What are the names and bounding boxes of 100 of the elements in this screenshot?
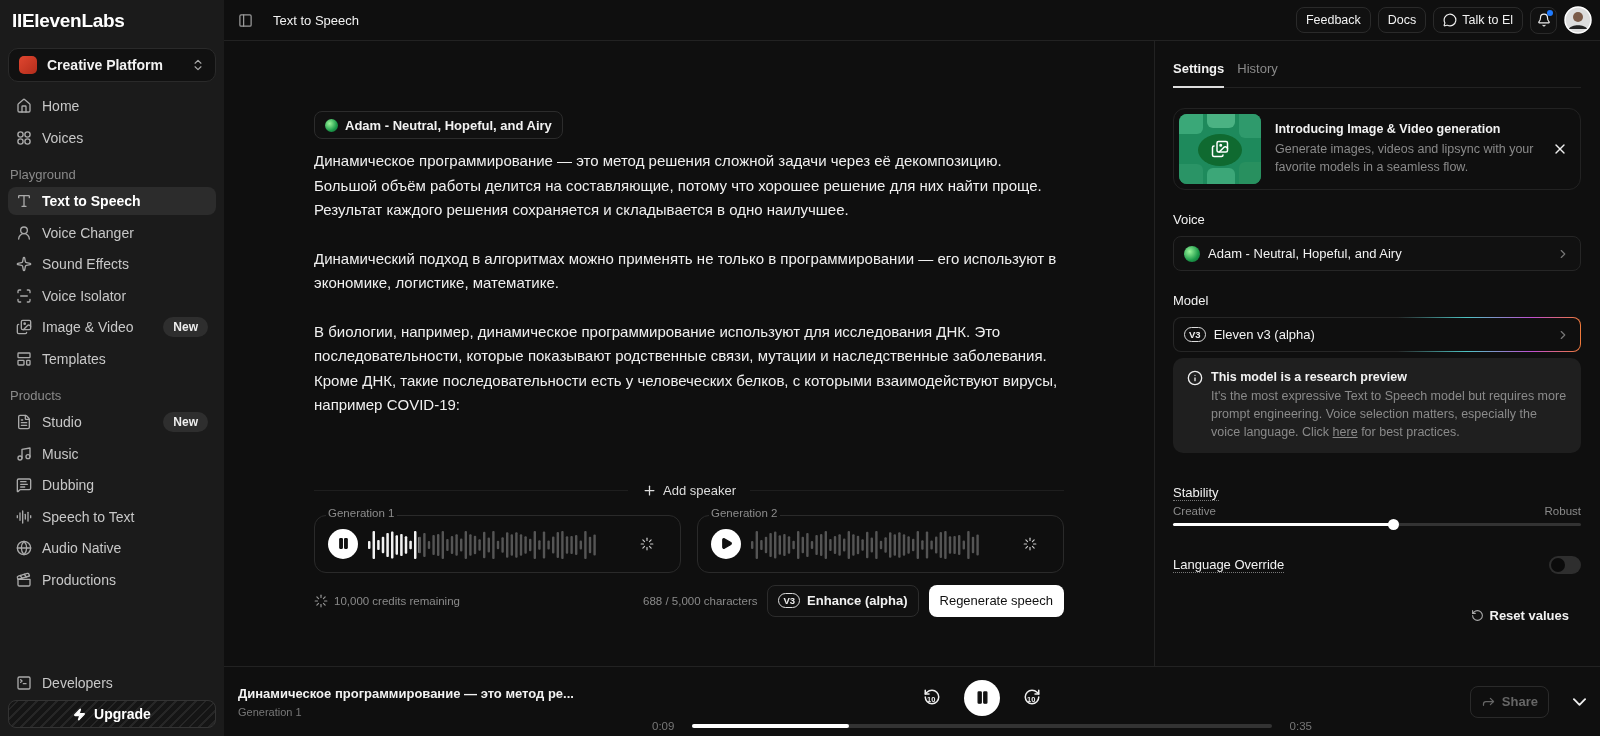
tab[interactable]: Settings xyxy=(1173,59,1225,88)
header-button[interactable]: Feedback xyxy=(1295,7,1371,33)
text-paragraph: Динамическое программирование — это метод решения сложной задачи через её декомпозицию. Большой объём работы делится на составляющие, потому что хорошее решение для них найти проще. Результат каждого решения сохраняется и складывается в одно наилучшее. xyxy=(314,151,1043,220)
brand-logo: IIElevenLabs xyxy=(11,9,126,33)
spinner-icon xyxy=(640,536,654,551)
sidebar-item[interactable]: Voice Changer xyxy=(8,218,216,247)
new-badge: New xyxy=(163,317,208,337)
slider-label: Stability xyxy=(1173,485,1219,501)
terminal-icon xyxy=(16,674,32,691)
music-icon xyxy=(16,445,32,462)
field-label: Model xyxy=(1173,293,1210,308)
sidebar-item[interactable]: Studio New xyxy=(8,408,216,436)
sidebar-item[interactable]: Sound Effects xyxy=(8,250,216,278)
page-title: Text to Speech xyxy=(273,12,360,28)
sidebar-item[interactable]: Productions xyxy=(8,565,216,594)
reset-icon xyxy=(1470,609,1484,622)
item-label: Studio xyxy=(42,414,83,430)
slider-min-label: Creative xyxy=(1173,505,1216,517)
text-paragraph: Динамический подход в алгоритмах можно применять не только в программировании — его используют в экономике, логистике, математике. xyxy=(314,248,1058,293)
voice-chip[interactable]: Adam - Neutral, Hopeful, and Airy xyxy=(314,111,563,139)
track-title: Динамическое программирование — это метод ре... xyxy=(238,685,575,701)
spinner-icon xyxy=(314,593,328,608)
info-icon xyxy=(1187,370,1203,386)
item-label: Music xyxy=(42,445,80,462)
spinner-icon xyxy=(1023,536,1037,551)
tab[interactable]: History xyxy=(1237,59,1278,88)
item-label: Sound Effects xyxy=(42,256,130,272)
sidebar-item[interactable]: Speech to Text xyxy=(8,502,216,531)
section-title: Products xyxy=(9,387,63,405)
sidebar-item[interactable]: Image & Video New xyxy=(8,313,216,341)
sidebar-item[interactable]: Text to Speech xyxy=(8,187,216,215)
slider-thumb[interactable] xyxy=(1388,519,1400,530)
notifications-button[interactable] xyxy=(1530,6,1557,34)
item-label: Text to Speech xyxy=(42,193,142,209)
toggle-switch[interactable] xyxy=(1549,556,1581,574)
audio-lines-icon xyxy=(16,508,32,525)
generation-label: Generation 1 xyxy=(326,506,397,519)
regenerate-button[interactable]: Regenerate speech xyxy=(928,584,1064,617)
header-button[interactable]: Docs xyxy=(1377,7,1427,33)
plus-icon xyxy=(642,482,657,498)
avatar[interactable] xyxy=(1564,6,1592,34)
sidebar-item[interactable]: Templates xyxy=(8,344,216,373)
credits-text: 10,000 credits remaining xyxy=(334,594,460,607)
promo-title: Introducing Image & Video generation xyxy=(1275,122,1502,136)
promo-text: Generate images, videos and lipsync with your favorite models in a seamless flow. xyxy=(1275,141,1535,176)
here-link[interactable]: here xyxy=(1332,425,1358,439)
item-label: Dubbing xyxy=(42,477,96,493)
item-label: Templates xyxy=(42,350,107,367)
sidebar-item[interactable]: Music xyxy=(8,439,216,468)
elapsed-time: 0:09 xyxy=(652,719,675,732)
item-label: Voice Isolator xyxy=(42,287,128,304)
message-icon xyxy=(16,477,32,493)
model-select[interactable]: V3 Eleven v3 (alpha) xyxy=(1173,317,1581,352)
total-time: 0:35 xyxy=(1289,719,1312,732)
play-button[interactable] xyxy=(711,528,741,559)
globe-icon xyxy=(16,540,32,556)
pause-icon xyxy=(974,690,990,705)
new-badge: New xyxy=(163,412,208,432)
header-button[interactable]: Talk to El xyxy=(1433,7,1523,33)
sidebar-item[interactable]: Audio Native xyxy=(8,534,216,562)
bolt-icon xyxy=(73,707,87,721)
item-label: Voices xyxy=(42,129,85,146)
item-label: Productions xyxy=(42,571,117,588)
playback-progress[interactable] xyxy=(692,723,1272,728)
item-label: Speech to Text xyxy=(42,508,136,525)
workspace-switcher[interactable]: Creative Platform xyxy=(8,48,216,82)
sidebar-item[interactable]: Voice Isolator xyxy=(8,281,216,310)
sidebar-item[interactable]: Developers xyxy=(8,668,216,697)
media-icon xyxy=(1211,140,1229,158)
sidebar-toggle-icon[interactable] xyxy=(238,12,253,28)
reset-button[interactable]: Reset values xyxy=(1458,608,1581,623)
workspace-logo xyxy=(19,56,37,74)
generation-label: Generation 2 xyxy=(709,506,780,519)
track-subtitle: Generation 1 xyxy=(238,705,303,718)
sidebar-item[interactable]: Dubbing xyxy=(8,471,216,499)
voice-select[interactable]: Adam - Neutral, Hopeful, and Airy xyxy=(1173,236,1581,271)
item-label: Home xyxy=(42,98,81,114)
pause-button[interactable] xyxy=(964,679,1000,716)
collapse-button[interactable] xyxy=(1573,697,1586,706)
pause-button[interactable] xyxy=(328,528,358,559)
play-icon xyxy=(719,537,733,550)
user-icon xyxy=(16,224,32,241)
item-label: Developers xyxy=(42,674,114,691)
sidebar-item[interactable]: Voices xyxy=(8,123,216,152)
sidebar-item[interactable]: Home xyxy=(8,92,216,120)
bell-icon xyxy=(1536,13,1551,27)
sparkle-icon xyxy=(16,256,32,272)
section-title: Playground xyxy=(9,166,77,184)
document-icon xyxy=(16,414,32,430)
clapperboard-icon xyxy=(16,571,32,588)
slider-max-label: Robust xyxy=(1544,505,1581,517)
workspace-name: Creative Platform xyxy=(47,57,164,73)
grid-icon xyxy=(16,129,32,146)
text-paragraph: В биологии, например, динамическое программирование используют для исследования ДНК. Это последовательности, которые показывают родственные связи, мутации и наследственные заболевания. Кроме ДНК, такие последовательности есть у человеческих белков, с которыми взаимодействуют вирусы, например COVID-19: xyxy=(314,321,1059,415)
upgrade-button[interactable]: Upgrade xyxy=(8,700,216,728)
text-icon xyxy=(16,193,32,209)
enhance-button[interactable]: V3 Enhance (alpha) xyxy=(767,584,919,617)
item-label: Audio Native xyxy=(42,540,123,556)
add-speaker-button[interactable]: Add speaker xyxy=(636,481,742,499)
home-icon xyxy=(16,98,32,114)
